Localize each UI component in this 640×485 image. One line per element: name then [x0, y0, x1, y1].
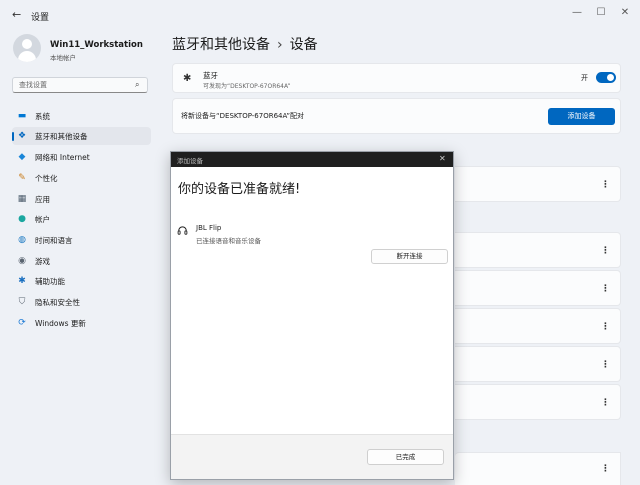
search-input[interactable] — [12, 77, 148, 93]
more-options-icon[interactable]: ⋮ — [601, 361, 610, 370]
headphones-icon — [177, 225, 188, 239]
bluetooth-title: 蓝牙 — [203, 71, 218, 80]
sidebar-item-icon: ● — [18, 214, 26, 224]
sidebar: Win11_Workstation 本地帐户 ⌕ ▬ 系统 ❖ 蓝牙和其他设备 ◆ 网络和… — [0, 30, 160, 485]
device-row[interactable]: ⋮ — [455, 166, 621, 202]
user-name: Win11_Workstation — [50, 40, 143, 50]
sidebar-item[interactable]: ✎ 个性化 — [12, 169, 151, 187]
toggle-state-label: 开 — [581, 74, 588, 82]
more-options-icon[interactable]: ⋮ — [601, 323, 610, 332]
add-device-dialog: 添加设备 ✕ 你的设备已准备就绪! JBL Flip 已连接语音和音乐设备 断开… — [170, 151, 454, 480]
close-button[interactable]: ✕ — [613, 6, 637, 20]
device-name: JBL Flip — [196, 224, 222, 232]
sidebar-item[interactable]: ● 帐户 — [12, 210, 151, 228]
sidebar-item-label: 时间和语言 — [35, 236, 73, 245]
sidebar-item-label: 隐私和安全性 — [35, 298, 80, 307]
active-indicator — [12, 132, 14, 141]
dialog-heading: 你的设备已准备就绪! — [178, 182, 301, 197]
sidebar-item[interactable]: ✱ 辅助功能 — [12, 272, 151, 290]
sidebar-item-label: 应用 — [35, 195, 50, 204]
device-row[interactable]: ⋮ — [455, 270, 621, 306]
sidebar-item-label: 个性化 — [35, 174, 58, 183]
sidebar-item-label: 帐户 — [35, 215, 50, 224]
sidebar-item-icon: ⟳ — [18, 318, 26, 328]
sidebar-item[interactable]: ◉ 游戏 — [12, 252, 151, 270]
pair-device-card: 将新设备与“DESKTOP-67OR64A”配对 添加设备 — [172, 98, 621, 134]
sidebar-item-label: 系统 — [35, 112, 50, 121]
device-row[interactable]: ⋮ — [455, 232, 621, 268]
more-options-icon[interactable]: ⋮ — [601, 247, 610, 256]
sidebar-item-icon: ◍ — [18, 235, 26, 245]
back-button[interactable]: ← — [12, 8, 21, 21]
dialog-close-icon[interactable]: ✕ — [439, 154, 446, 163]
toggle-knob — [607, 74, 614, 81]
breadcrumb-separator: › — [277, 37, 283, 53]
done-button[interactable]: 已完成 — [367, 449, 444, 465]
avatar-head-shape — [22, 39, 32, 49]
minimize-button[interactable]: — — [565, 6, 589, 20]
sidebar-item[interactable]: ⟳ Windows 更新 — [12, 314, 151, 332]
pair-device-text: 将新设备与“DESKTOP-67OR64A”配对 — [181, 112, 305, 120]
title-bar: ← 设置 — ☐ ✕ — [0, 0, 640, 30]
device-status: 已连接语音和音乐设备 — [196, 237, 261, 245]
sidebar-item-label: 网络和 Internet — [35, 153, 90, 162]
sidebar-item-icon: ✎ — [18, 173, 26, 183]
search-icon: ⌕ — [135, 80, 140, 89]
breadcrumb: 蓝牙和其他设备 › 设备 — [172, 34, 318, 54]
breadcrumb-parent[interactable]: 蓝牙和其他设备 — [172, 37, 270, 53]
sidebar-item-icon: ◉ — [18, 256, 26, 266]
sidebar-item[interactable]: ❖ 蓝牙和其他设备 — [12, 127, 151, 145]
bluetooth-card: ✱ 蓝牙 可发现为“DESKTOP-67OR64A” 开 — [172, 63, 621, 93]
sidebar-item-label: Windows 更新 — [35, 319, 86, 328]
sidebar-item-icon: ✱ — [18, 276, 26, 286]
sidebar-item-label: 蓝牙和其他设备 — [35, 132, 88, 141]
sidebar-item[interactable]: ▦ 应用 — [12, 190, 151, 208]
sidebar-item-icon: ❖ — [17, 131, 27, 141]
dialog-footer: 已完成 — [171, 434, 453, 479]
avatar[interactable] — [13, 34, 41, 62]
sidebar-item[interactable]: ⛉ 隐私和安全性 — [12, 293, 151, 311]
sidebar-item[interactable]: ▬ 系统 — [12, 107, 151, 125]
maximize-button[interactable]: ☐ — [589, 6, 613, 20]
sidebar-item-icon: ▬ — [17, 111, 27, 121]
more-options-icon[interactable]: ⋮ — [601, 465, 610, 474]
sidebar-item-icon: ⛉ — [18, 297, 26, 307]
device-row[interactable]: ⋮ — [455, 452, 621, 485]
sidebar-item-label: 辅助功能 — [35, 277, 65, 286]
device-row[interactable]: ⋮ — [455, 384, 621, 420]
add-device-button[interactable]: 添加设备 — [548, 108, 615, 125]
sidebar-item-icon: ◆ — [18, 152, 26, 162]
disconnect-button[interactable]: 断开连接 — [371, 249, 448, 264]
avatar-body-shape — [18, 51, 36, 62]
page-title: 设备 — [289, 37, 318, 53]
bluetooth-subtitle: 可发现为“DESKTOP-67OR64A” — [203, 83, 291, 90]
sidebar-item[interactable]: ◍ 时间和语言 — [12, 231, 151, 249]
sidebar-item-icon: ▦ — [17, 194, 27, 204]
sidebar-item-label: 游戏 — [35, 257, 50, 266]
dialog-title-bar: 添加设备 ✕ — [171, 152, 453, 167]
more-options-icon[interactable]: ⋮ — [601, 285, 610, 294]
sidebar-item[interactable]: ◆ 网络和 Internet — [12, 148, 151, 166]
device-row[interactable]: ⋮ — [455, 308, 621, 344]
device-row[interactable]: ⋮ — [455, 346, 621, 382]
bluetooth-toggle[interactable] — [596, 72, 616, 83]
account-type: 本地帐户 — [50, 54, 76, 62]
app-title: 设置 — [31, 13, 50, 23]
more-options-icon[interactable]: ⋮ — [601, 181, 610, 190]
bluetooth-icon: ✱ — [183, 73, 192, 84]
dialog-title: 添加设备 — [177, 157, 203, 165]
more-options-icon[interactable]: ⋮ — [601, 399, 610, 408]
